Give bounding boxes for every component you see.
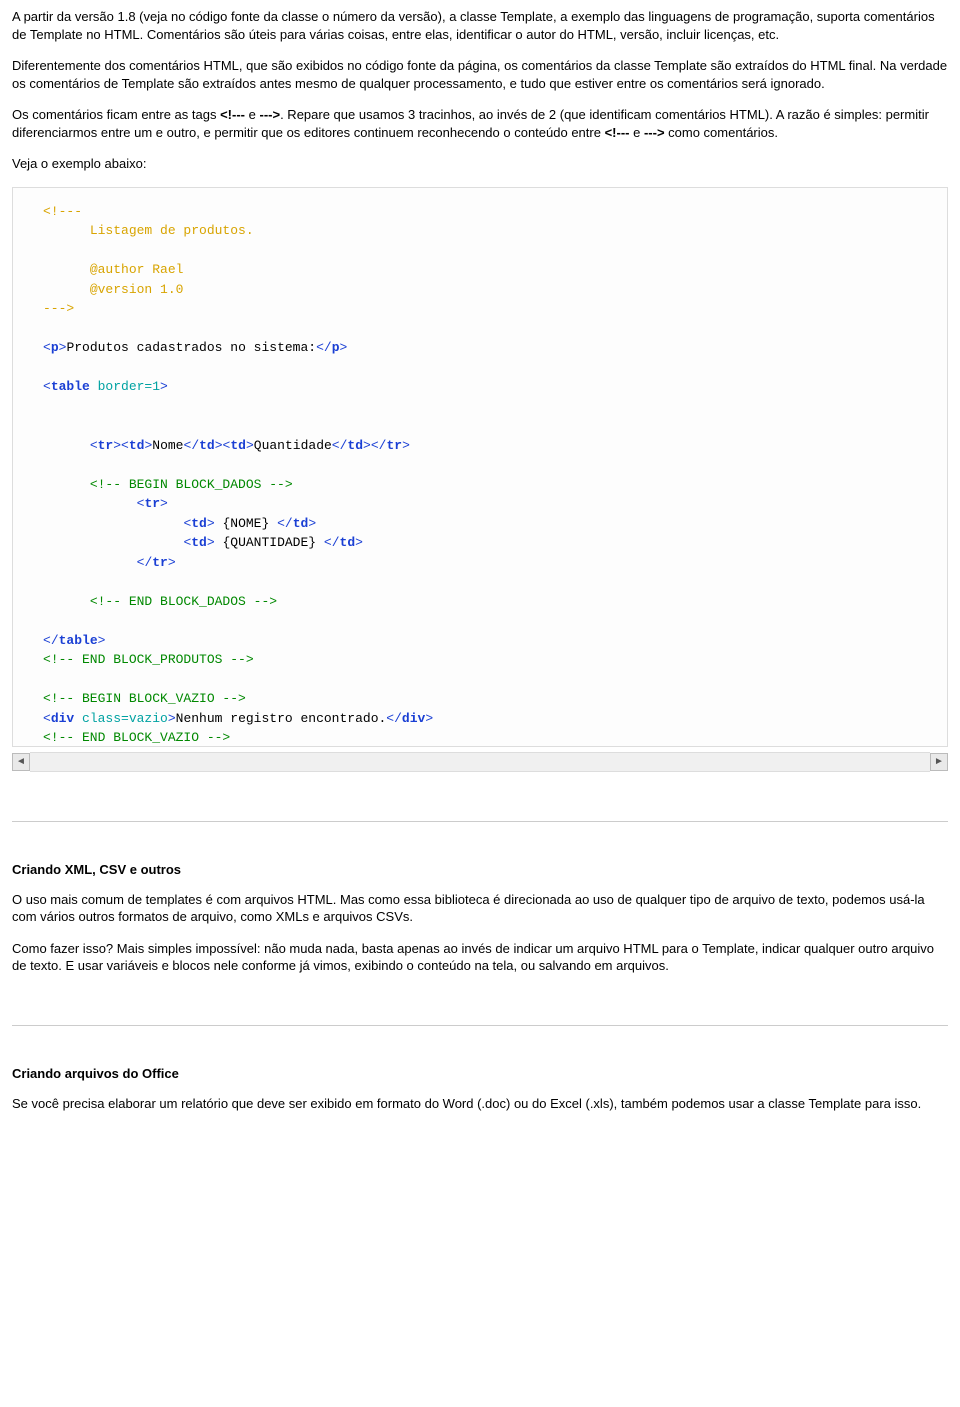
html-comment: <!-- END BLOCK_VAZIO --> [43, 730, 230, 745]
scroll-left-icon[interactable]: ◄ [12, 753, 30, 771]
slash: / [332, 535, 340, 550]
tpl-comment-open: <!--- [43, 204, 82, 219]
attr-border: border=1 [90, 379, 160, 394]
tag-table: table [51, 379, 90, 394]
header-qtd: Quantidade [254, 438, 332, 453]
xml-paragraph-1: O uso mais comum de templates é com arqu… [12, 891, 948, 926]
xml-paragraph-2: Como fazer isso? Mais simples impossível… [12, 940, 948, 975]
bracket: > [207, 516, 215, 531]
tag-table: table [59, 633, 98, 648]
bracket: > [160, 379, 168, 394]
tag-tr: tr [386, 438, 402, 453]
slash: / [51, 633, 59, 648]
bracket: < [121, 438, 129, 453]
bracket: > [308, 516, 316, 531]
tag-div: div [51, 711, 74, 726]
bracket: > [425, 711, 433, 726]
tag-td: td [293, 516, 309, 531]
tag-td: td [347, 438, 363, 453]
text-span: Os comentários ficam entre as tags [12, 107, 220, 122]
slash: / [324, 340, 332, 355]
code-text: Produtos cadastrados no sistema: [66, 340, 316, 355]
bracket: < [43, 379, 51, 394]
tpl-comment-line: @version 1.0 [90, 282, 184, 297]
scroll-track[interactable] [30, 752, 930, 772]
tag-tr: tr [98, 438, 114, 453]
bracket: < [316, 340, 324, 355]
bracket: < [43, 711, 51, 726]
tpl-comment-line: @author Rael [90, 262, 184, 277]
bracket: > [215, 438, 223, 453]
tag-tr: tr [152, 555, 168, 570]
slash: / [191, 438, 199, 453]
html-comment: <!-- END BLOCK_DADOS --> [90, 594, 277, 609]
attr-class: class=vazio [74, 711, 168, 726]
bracket: > [168, 711, 176, 726]
section-divider [12, 821, 948, 822]
scroll-right-icon[interactable]: ► [930, 753, 948, 771]
tag-literal: <!--- [220, 107, 245, 122]
bracket: > [363, 438, 371, 453]
tag-literal: ---> [644, 125, 665, 140]
tag-td: td [230, 438, 246, 453]
bracket: > [168, 555, 176, 570]
bracket: < [371, 438, 379, 453]
bracket: > [98, 633, 106, 648]
header-nome: Nome [152, 438, 183, 453]
slash: / [394, 711, 402, 726]
tag-literal: ---> [259, 107, 280, 122]
text-span: e [629, 125, 643, 140]
html-comment: <!-- BEGIN BLOCK_DADOS --> [90, 477, 293, 492]
intro-paragraph-2: Diferentemente dos comentários HTML, que… [12, 57, 948, 92]
bracket: < [386, 711, 394, 726]
bracket: < [277, 516, 285, 531]
tag-p: p [332, 340, 340, 355]
horizontal-scrollbar[interactable]: ◄ ► [12, 753, 948, 771]
tpl-comment-close: ---> [43, 301, 74, 316]
section-divider [12, 1025, 948, 1026]
code-example[interactable]: <!--- Listagem de produtos. @author Rael… [12, 187, 948, 747]
div-text: Nenhum registro encontrado. [176, 711, 387, 726]
bracket: > [246, 438, 254, 453]
intro-paragraph-3: Os comentários ficam entre as tags <!---… [12, 106, 948, 141]
html-comment: <!-- BEGIN BLOCK_VAZIO --> [43, 691, 246, 706]
section-title-office: Criando arquivos do Office [12, 1066, 948, 1081]
tag-td: td [191, 535, 207, 550]
intro-paragraph-4: Veja o exemplo abaixo: [12, 155, 948, 173]
tag-td: td [340, 535, 356, 550]
tag-p: p [51, 340, 59, 355]
bracket: > [340, 340, 348, 355]
bracket: < [43, 340, 51, 355]
bracket: > [207, 535, 215, 550]
var-nome: {NOME} [215, 516, 277, 531]
bracket: < [324, 535, 332, 550]
tag-td: td [191, 516, 207, 531]
var-qtd: {QUANTIDADE} [215, 535, 324, 550]
tag-td: td [129, 438, 145, 453]
bracket: < [332, 438, 340, 453]
text-span: como comentários. [665, 125, 778, 140]
section-title-xml: Criando XML, CSV e outros [12, 862, 948, 877]
slash: / [285, 516, 293, 531]
tag-div: div [402, 711, 425, 726]
tag-tr: tr [144, 496, 160, 511]
tag-td: td [199, 438, 215, 453]
bracket: > [160, 496, 168, 511]
office-paragraph-1: Se você precisa elaborar um relatório qu… [12, 1095, 948, 1113]
html-comment: <!-- END BLOCK_PRODUTOS --> [43, 652, 254, 667]
bracket: < [43, 633, 51, 648]
bracket: < [90, 438, 98, 453]
bracket: > [113, 438, 121, 453]
bracket: > [402, 438, 410, 453]
text-span: e [245, 107, 259, 122]
bracket: > [355, 535, 363, 550]
tag-literal: <!--- [605, 125, 630, 140]
intro-paragraph-1: A partir da versão 1.8 (veja no código f… [12, 8, 948, 43]
tpl-comment-line: Listagem de produtos. [90, 223, 254, 238]
